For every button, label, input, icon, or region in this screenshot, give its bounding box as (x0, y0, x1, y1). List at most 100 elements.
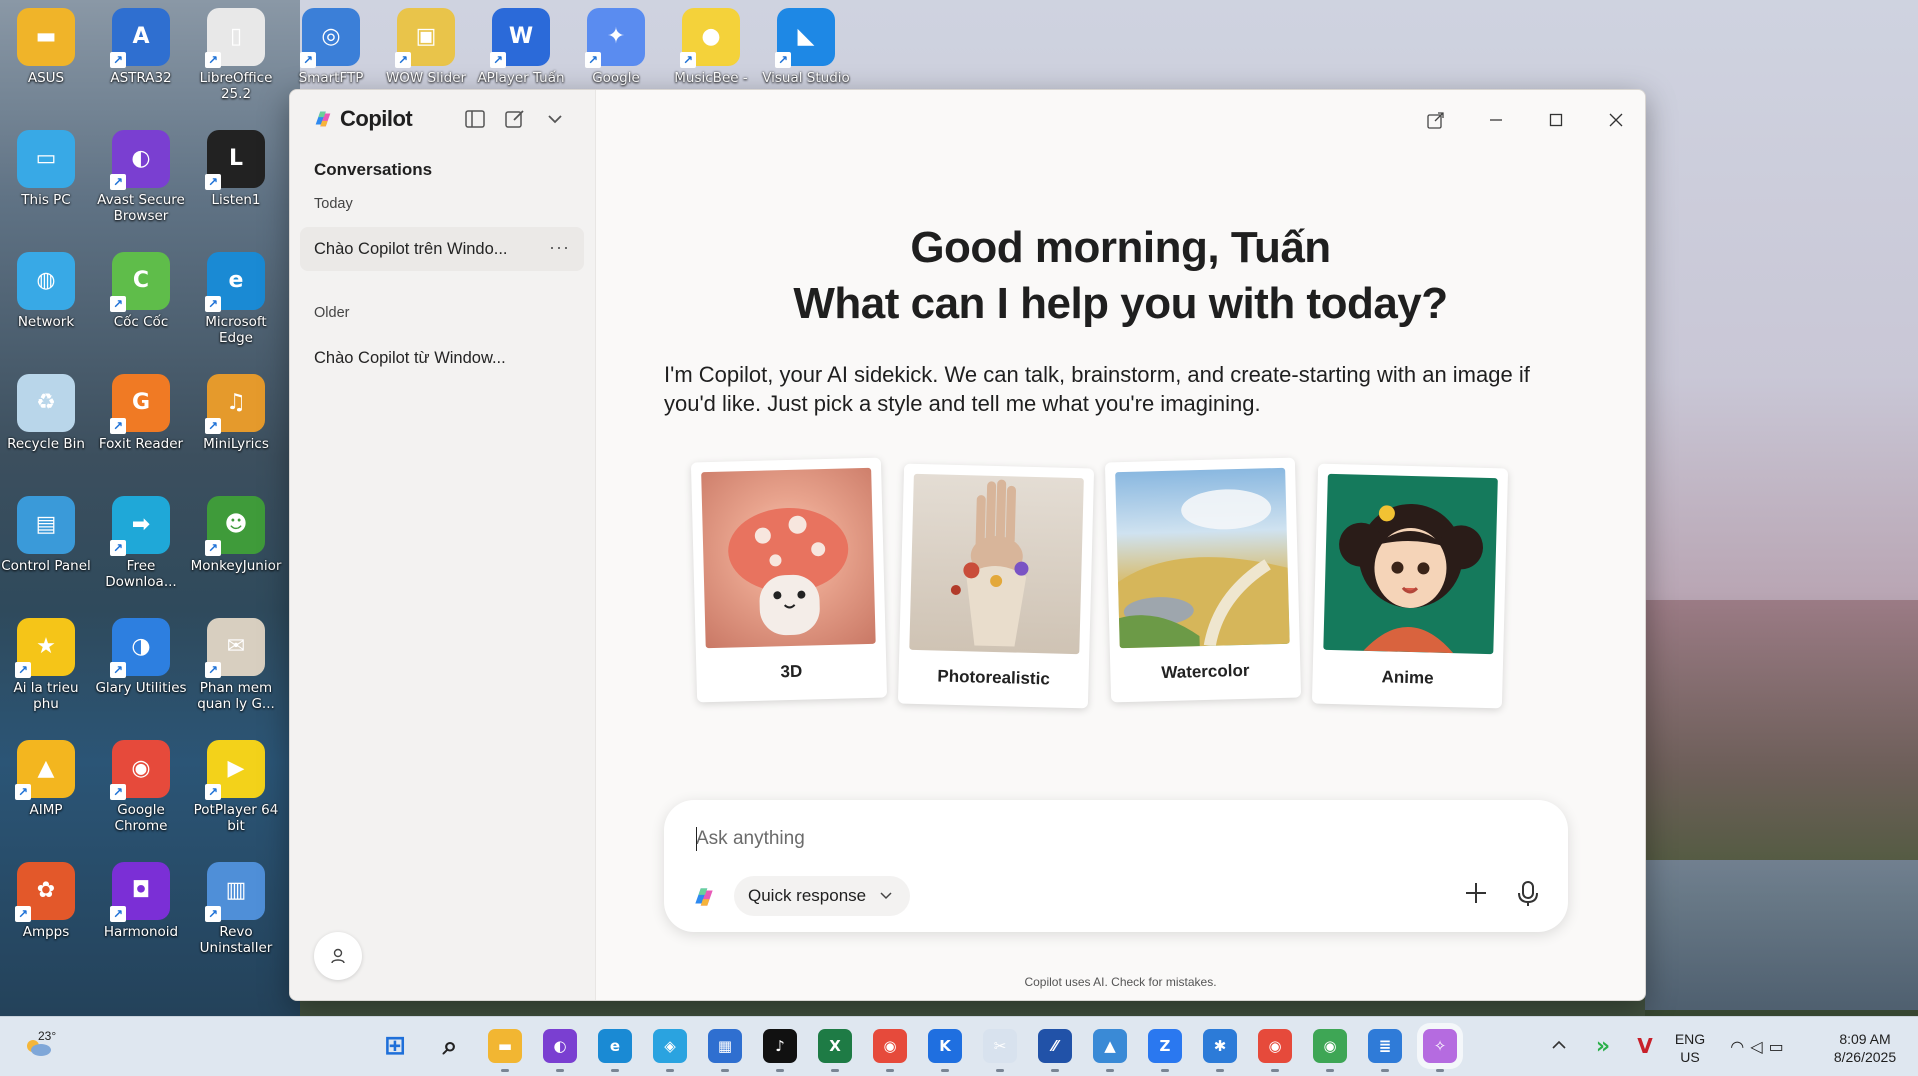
taskbar-excel[interactable]: X (818, 1029, 852, 1072)
desktop-icon-potplayer[interactable]: ▶ ↗ PotPlayer 64 bit (190, 740, 282, 834)
taskbar-zalo[interactable]: Z (1148, 1029, 1182, 1072)
desktop-icon-visual-studio[interactable]: ◣ ↗ Visual Studio (760, 8, 852, 86)
microphone-button[interactable] (1516, 880, 1540, 912)
toggle-sidebar-button[interactable] (460, 104, 490, 134)
desktop-icon-label: Ampps (22, 924, 70, 940)
desktop-icon-label: MusicBee - (674, 70, 748, 86)
desktop-icon-listen1[interactable]: L ↗ Listen1 (190, 130, 282, 208)
close-button[interactable] (1596, 102, 1636, 138)
taskbar-notepad[interactable]: ≣ (1368, 1029, 1402, 1072)
taskbar-photos[interactable]: ▲ (1093, 1029, 1127, 1072)
tray-app-green-icon[interactable]: » (1586, 1029, 1620, 1063)
add-attachment-button[interactable] (1464, 880, 1488, 912)
style-card-anime[interactable]: Anime (1311, 463, 1509, 709)
desktop-icon-google[interactable]: ✦ ↗ Google (570, 8, 662, 86)
desktop-icon-ampps[interactable]: ✿ ↗ Ampps (0, 862, 92, 940)
new-chat-button[interactable] (500, 104, 530, 134)
desktop-icon-label: SmartFTP (298, 70, 364, 86)
taskbar-app-vv[interactable]: ⁄⁄ (1038, 1029, 1072, 1072)
style-card-3d[interactable]: 3D (690, 457, 888, 703)
desktop-icon-control-panel[interactable]: ▤ Control Panel (0, 496, 92, 574)
taskbar-snipping[interactable]: ✂ (983, 1029, 1017, 1072)
minimize-button[interactable] (1476, 102, 1516, 138)
language-indicator[interactable]: ENG US (1672, 1030, 1708, 1066)
more-options-icon[interactable]: ··· (549, 237, 570, 258)
desktop-icon-minilyrics[interactable]: ♫ ↗ MiniLyrics (190, 374, 282, 452)
plus-icon (1466, 883, 1486, 903)
shortcut-arrow-icon: ↗ (110, 906, 126, 922)
shortcut-arrow-icon: ↗ (205, 540, 221, 556)
desktop-icon-label: WOW Slider (385, 70, 467, 86)
popout-button[interactable] (1416, 102, 1456, 138)
taskbar-chrome-2[interactable]: ◉ (1258, 1029, 1292, 1072)
desktop-icon-phan-mem[interactable]: ✉ ↗ Phan mem quan ly G... (190, 618, 282, 712)
desktop-icon-astra32[interactable]: A ↗ ASTRA32 (95, 8, 187, 86)
conversation-item[interactable]: Chào Copilot từ Window... (300, 336, 584, 380)
clock[interactable]: 8:09 AM 8/26/2025 (1820, 1030, 1910, 1066)
desktop-icon-label: Avast Secure Browser (97, 192, 185, 225)
show-hidden-icons-button[interactable] (1552, 1037, 1566, 1055)
taskbar-edge[interactable]: e (598, 1029, 632, 1072)
profile-button[interactable] (314, 932, 362, 980)
taskbar-file-explorer[interactable]: ▬ (488, 1029, 522, 1072)
desktop-icon-coccoc[interactable]: C ↗ Cốc Cốc (95, 252, 187, 330)
desktop-icon-label: Glary Utilities (95, 680, 187, 696)
style-card-watercolor[interactable]: Watercolor (1104, 457, 1302, 703)
conversation-item[interactable]: Chào Copilot trên Windo... ··· (300, 227, 584, 271)
ask-input[interactable] (696, 824, 1516, 854)
shortcut-arrow-icon: ↗ (205, 418, 221, 434)
desktop-icon-this-pc[interactable]: ▭ This PC (0, 130, 92, 208)
desktop-icon-wow-slider[interactable]: ▣ ↗ WOW Slider (380, 8, 472, 86)
taskbar-copilot[interactable]: ✧ (1423, 1029, 1457, 1072)
response-mode-dropdown[interactable]: Quick response (734, 876, 911, 916)
intro-text: I'm Copilot, your AI sidekick. We can ta… (664, 362, 1530, 416)
taskbar-chrome-3[interactable]: ◉ (1313, 1029, 1347, 1072)
desktop-icon-label: Harmonoid (103, 924, 179, 940)
taskbar-app-blue[interactable]: ◈ (653, 1029, 687, 1072)
sidebar-menu-button[interactable] (540, 104, 570, 134)
taskbar: 23° ⊞ ⌕ ▬ ◐ e ◈ ▦ ♪ X ◉ K ✂ ⁄⁄ ▲ Z ✱ ◉ ◉ ≣ ✧ » V ◠ ◁ ▭ ENG US… (0, 1016, 1918, 1076)
desktop-icon-edge[interactable]: e ↗ Microsoft Edge (190, 252, 282, 346)
tray-network-sound-battery[interactable]: ◠ ◁ ▭ (1720, 1029, 1800, 1063)
running-indicator (776, 1069, 784, 1072)
desktop-icon-asus[interactable]: ▬ ASUS (0, 8, 92, 86)
desktop-icon-foxit[interactable]: G ↗ Foxit Reader (95, 374, 187, 452)
desktop-icon-revo[interactable]: ▥ ↗ Revo Uninstaller (190, 862, 282, 956)
taskbar-tiktok[interactable]: ♪ (763, 1029, 797, 1072)
taskbar-search[interactable]: ⌕ (433, 1029, 467, 1063)
desktop-icon-aimp[interactable]: ▲ ↗ AIMP (0, 740, 92, 818)
desktop-icon-avast-icon: ◐ ↗ (110, 130, 170, 190)
desktop-icon-this-pc-icon: ▭ (17, 130, 75, 188)
taskbar-chrome[interactable]: ◉ (873, 1029, 907, 1072)
maximize-button[interactable] (1536, 102, 1576, 138)
desktop-icon-libreoffice[interactable]: ▯ ↗ LibreOffice 25.2 (190, 8, 282, 102)
style-card-photorealistic[interactable]: Photorealistic (897, 463, 1095, 709)
running-indicator (666, 1069, 674, 1072)
desktop-icon-ai-la-trieu-phu[interactable]: ★ ↗ Ai la trieu phu (0, 618, 92, 712)
desktop-icon-recycle-bin[interactable]: ♻ Recycle Bin (0, 374, 92, 452)
close-icon (1609, 113, 1623, 127)
desktop-icon-label: Listen1 (211, 192, 261, 208)
taskbar-app-gear[interactable]: ✱ (1203, 1029, 1237, 1072)
desktop-icon-network[interactable]: ◍ Network (0, 252, 92, 330)
desktop-icon-free-download[interactable]: ➡ ↗ Free Downloa... (95, 496, 187, 590)
taskbar-store[interactable]: ▦ (708, 1029, 742, 1072)
desktop-icon-harmonoid[interactable]: ◘ ↗ Harmonoid (95, 862, 187, 940)
tray-app-v-icon[interactable]: V (1628, 1029, 1662, 1063)
desktop-icon-monkeyjunior[interactable]: ☻ ↗ MonkeyJunior (190, 496, 282, 574)
desktop-icon-glary[interactable]: ◑ ↗ Glary Utilities (95, 618, 187, 696)
copilot-brand: Copilot (312, 106, 413, 132)
taskbar-start[interactable]: ⊞ (378, 1029, 412, 1063)
desktop-icon-avast[interactable]: ◐ ↗ Avast Secure Browser (95, 130, 187, 224)
desktop-icon-smartftp[interactable]: ◎ ↗ SmartFTP (285, 8, 377, 86)
taskbar-avast[interactable]: ◐ (543, 1029, 577, 1072)
running-indicator (996, 1069, 1004, 1072)
clock-time: 8:09 AM (1839, 1031, 1891, 1047)
desktop-icon-smartftp-icon: ◎ ↗ (300, 8, 360, 68)
desktop-icon-musicbee[interactable]: ● ↗ MusicBee - (665, 8, 757, 86)
weather-temp: 23° (38, 1029, 57, 1043)
desktop-icon-revo-icon: ▥ ↗ (205, 862, 265, 922)
taskbar-k-app[interactable]: K (928, 1029, 962, 1072)
desktop-icon-aplayer[interactable]: W ↗ APlayer Tuấn (475, 8, 567, 86)
desktop-icon-chrome[interactable]: ◉ ↗ Google Chrome (95, 740, 187, 834)
